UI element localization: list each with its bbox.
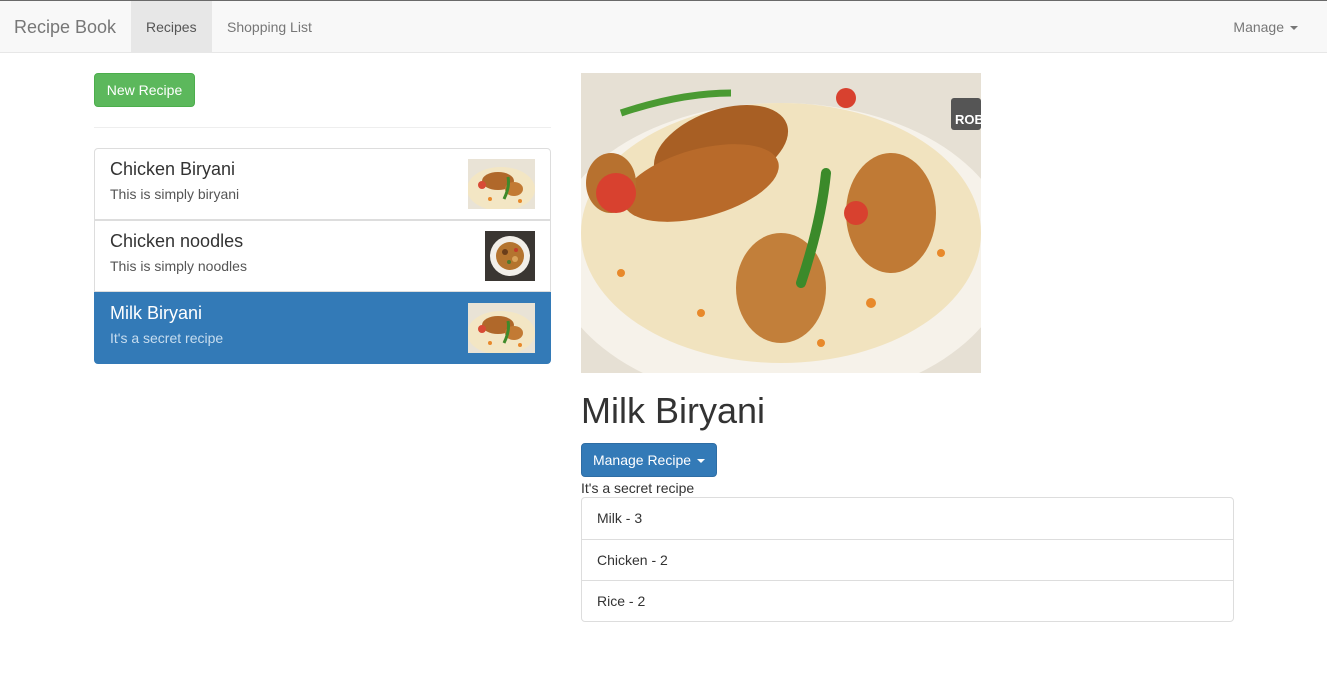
ingredient-item[interactable]: Milk - 3: [582, 498, 1233, 539]
brand-link[interactable]: Recipe Book: [14, 17, 116, 38]
recipe-name: Milk Biryani: [110, 303, 203, 323]
caret-down-icon: [697, 459, 706, 464]
recipe-thumbnail: [468, 303, 535, 353]
recipe-name: Chicken noodles: [110, 231, 244, 251]
recipe-name: Chicken Biryani: [110, 159, 236, 179]
manage-recipe-button[interactable]: Manage Recipe: [581, 443, 717, 477]
recipe-image: ROB: [581, 73, 981, 373]
recipe-list: Chicken Biryani This is simply biryani C…: [94, 148, 551, 364]
recipe-description: It's a secret recipe: [110, 330, 224, 346]
ingredient-item[interactable]: Chicken - 2: [582, 539, 1233, 580]
recipe-description: This is simply noodles: [110, 258, 247, 274]
recipe-thumbnail: [485, 231, 535, 281]
recipe-description: This is simply biryani: [110, 186, 240, 202]
recipe-title: Milk Biryani: [581, 390, 766, 431]
recipe-item-milk-biryani[interactable]: Milk Biryani It's a secret recipe: [94, 292, 551, 364]
ingredient-item[interactable]: Rice - 2: [582, 580, 1233, 621]
manage-dropdown-label: Manage: [1233, 19, 1284, 35]
caret-down-icon: [1290, 26, 1298, 31]
manage-dropdown[interactable]: Manage: [1219, 1, 1312, 53]
recipe-thumbnail: [468, 159, 535, 209]
recipe-description: It's a secret recipe: [581, 480, 695, 496]
recipe-item-chicken-biryani[interactable]: Chicken Biryani This is simply biryani: [94, 148, 551, 220]
divider: [94, 127, 551, 128]
navbar: Recipe Book Recipes Shopping List Manage: [0, 0, 1327, 53]
watermark-text: ROB: [955, 112, 981, 127]
manage-recipe-label: Manage Recipe: [592, 452, 692, 468]
recipe-item-chicken-noodles[interactable]: Chicken noodles This is simply noodles: [94, 220, 551, 292]
ingredient-list: Milk - 3 Chicken - 2 Rice - 2: [581, 497, 1234, 622]
nav-recipes[interactable]: Recipes: [131, 1, 212, 53]
nav-shopping-list[interactable]: Shopping List: [212, 1, 327, 53]
new-recipe-button[interactable]: New Recipe: [94, 73, 195, 107]
